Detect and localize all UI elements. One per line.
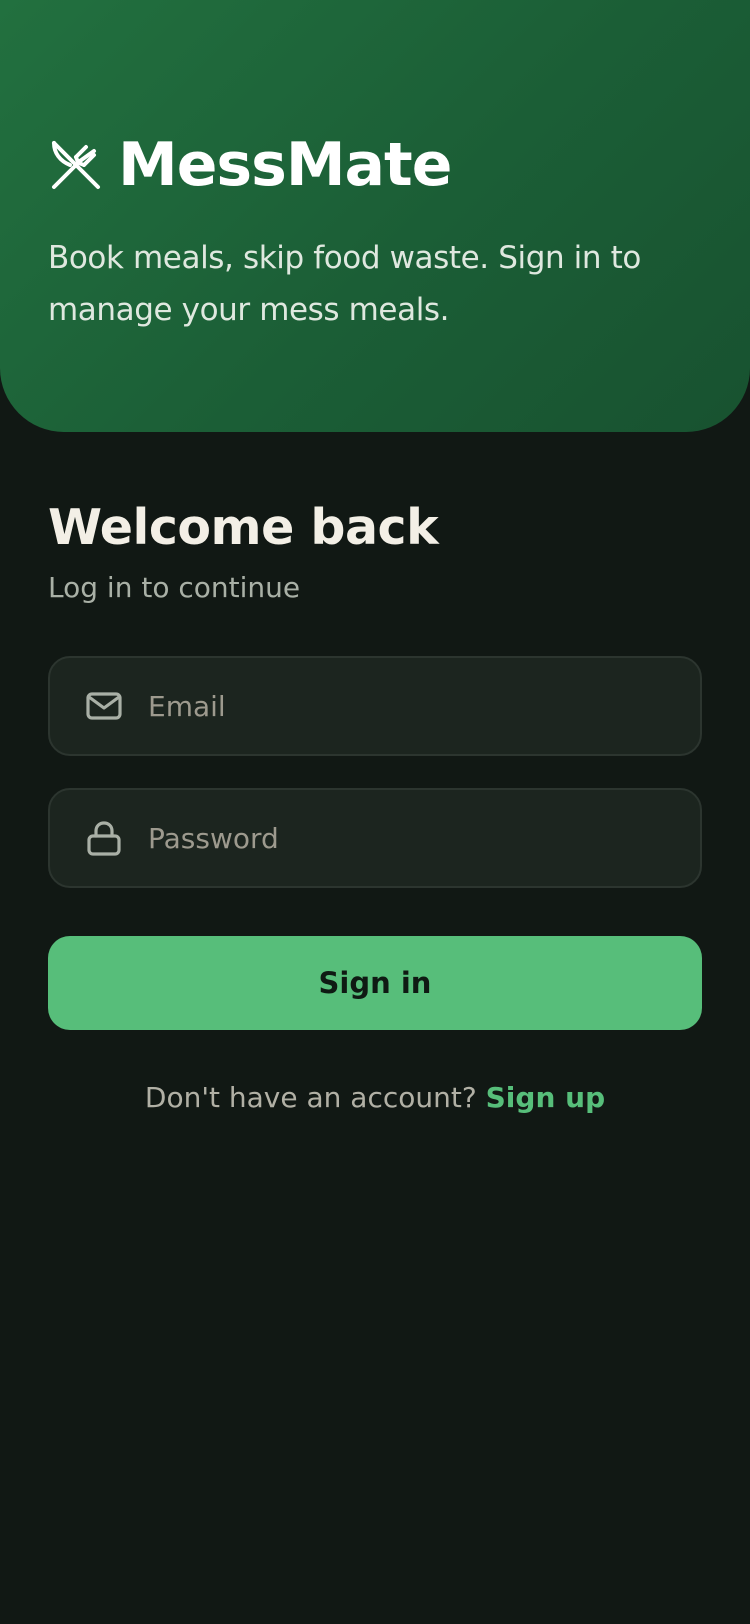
email-input[interactable] xyxy=(148,676,676,736)
tagline: Book meals, skip food waste. Sign in to … xyxy=(48,240,641,328)
lock-icon xyxy=(87,821,121,856)
login-screen: MessMate Book meals, skip food waste. Si… xyxy=(0,0,750,1624)
app-name: MessMate xyxy=(118,130,452,200)
signup-prompt: Don't have an account? Sign up xyxy=(0,1076,750,1120)
signup-prompt-text: Don't have an account? xyxy=(144,1081,477,1114)
password-input[interactable] xyxy=(148,808,676,868)
password-field[interactable] xyxy=(48,788,702,888)
fork-knife-icon xyxy=(52,141,100,189)
welcome-title: Welcome back xyxy=(48,499,439,556)
sign-up-link[interactable]: Sign up xyxy=(486,1081,605,1114)
sign-in-button[interactable]: Sign in xyxy=(48,936,702,1030)
welcome-subtitle: Log in to continue xyxy=(48,571,301,604)
hero-header: MessMate Book meals, skip food waste. Si… xyxy=(0,0,750,432)
mail-icon xyxy=(86,692,122,720)
brand: MessMate xyxy=(48,128,452,202)
email-field[interactable] xyxy=(48,656,702,756)
